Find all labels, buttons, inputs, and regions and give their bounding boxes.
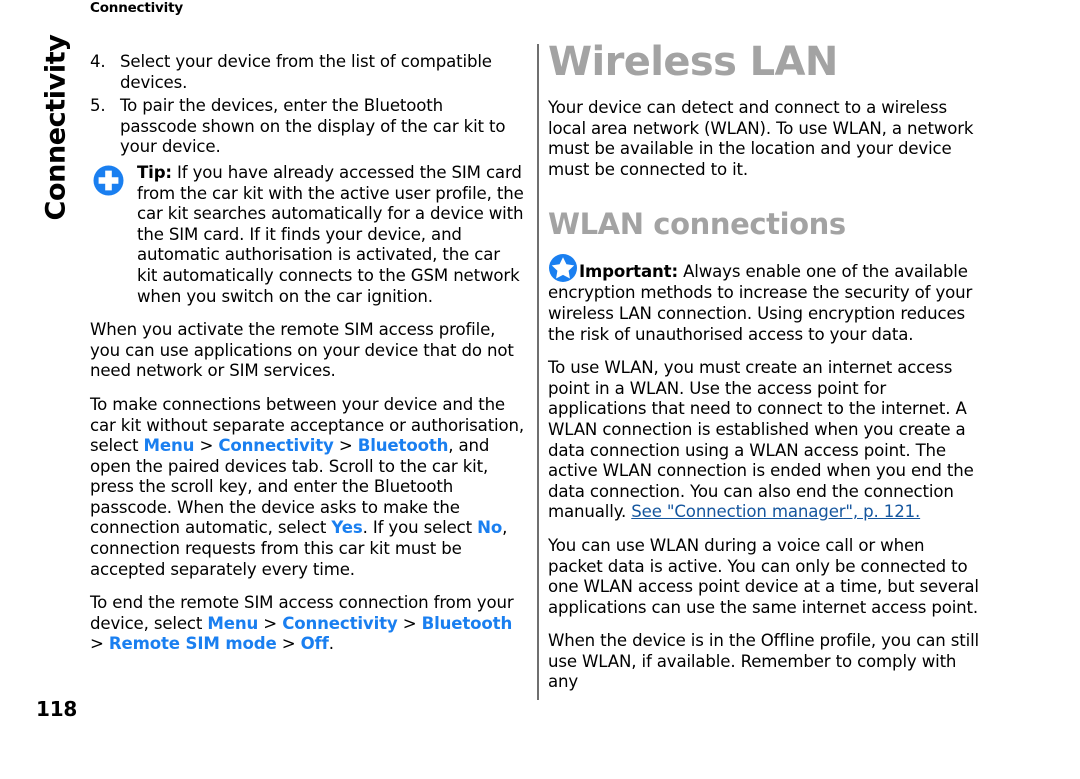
ui-path-bluetooth[interactable]: Bluetooth: [358, 436, 449, 455]
path-separator: >: [90, 634, 109, 654]
ui-path-connectivity[interactable]: Connectivity: [218, 436, 334, 455]
section-heading: WLAN connections: [548, 207, 846, 242]
running-header: Connectivity: [90, 0, 183, 16]
paragraph: To make connections between your device …: [90, 395, 524, 580]
list-item-text: To pair the devices, enter the Bluetooth…: [120, 96, 506, 157]
cross-reference-link[interactable]: See "Connection manager", p. 121.: [631, 502, 920, 521]
paragraph: When you activate the remote SIM access …: [90, 320, 514, 381]
paragraph: Your device can detect and connect to a …: [548, 98, 974, 179]
ui-path-remote-sim-mode[interactable]: Remote SIM mode: [109, 634, 277, 653]
paragraph: To use WLAN, you must create an internet…: [548, 358, 984, 523]
important-callout: Important: Always enable one of the avai…: [548, 253, 984, 345]
list-item-text: Select your device from the list of comp…: [120, 52, 492, 92]
paragraph: You can use WLAN during a voice call or …: [548, 535, 979, 617]
left-text-column: 4. Select your device from the list of c…: [90, 52, 524, 655]
ui-path-yes[interactable]: Yes: [331, 518, 362, 537]
ui-path-no[interactable]: No: [477, 518, 502, 537]
paragraph-text: To use WLAN, you must create an internet…: [548, 358, 974, 522]
list-item: 4. Select your device from the list of c…: [90, 52, 524, 93]
ui-path-bluetooth[interactable]: Bluetooth: [422, 614, 513, 633]
paragraph-text: . If you select: [362, 518, 478, 538]
paragraph-text: .: [328, 634, 334, 654]
ui-path-menu[interactable]: Menu: [144, 436, 195, 455]
list-item-number: 4.: [90, 52, 106, 71]
star-circle-icon: [548, 253, 578, 283]
important-label: Important:: [579, 262, 678, 282]
paragraph: To end the remote SIM access connection …: [90, 593, 524, 655]
list-item-number: 5.: [90, 96, 106, 116]
page-number: 118: [36, 697, 78, 721]
path-separator: >: [276, 634, 301, 654]
ui-path-menu[interactable]: Menu: [207, 614, 258, 633]
page-title: Wireless LAN: [548, 39, 838, 85]
path-separator: >: [333, 436, 358, 456]
tip-label: Tip:: [137, 162, 172, 182]
tip-text: If you have already accessed the SIM car…: [137, 162, 524, 306]
right-text-column: Wireless LAN Your device can detect and …: [548, 40, 984, 693]
ui-path-connectivity[interactable]: Connectivity: [282, 614, 398, 633]
path-separator: >: [194, 436, 219, 456]
path-separator: >: [397, 613, 422, 633]
list-item: 5. To pair the devices, enter the Blueto…: [90, 96, 524, 158]
plus-circle-icon: [92, 164, 125, 197]
tip-callout: Tip: If you have already accessed the SI…: [90, 163, 524, 307]
chapter-tab-label: Connectivity: [40, 34, 72, 221]
paragraph: When the device is in the Offline profil…: [548, 631, 980, 692]
path-separator: >: [258, 613, 283, 633]
column-divider-rule: [537, 44, 539, 700]
ui-path-off[interactable]: Off: [301, 634, 329, 653]
